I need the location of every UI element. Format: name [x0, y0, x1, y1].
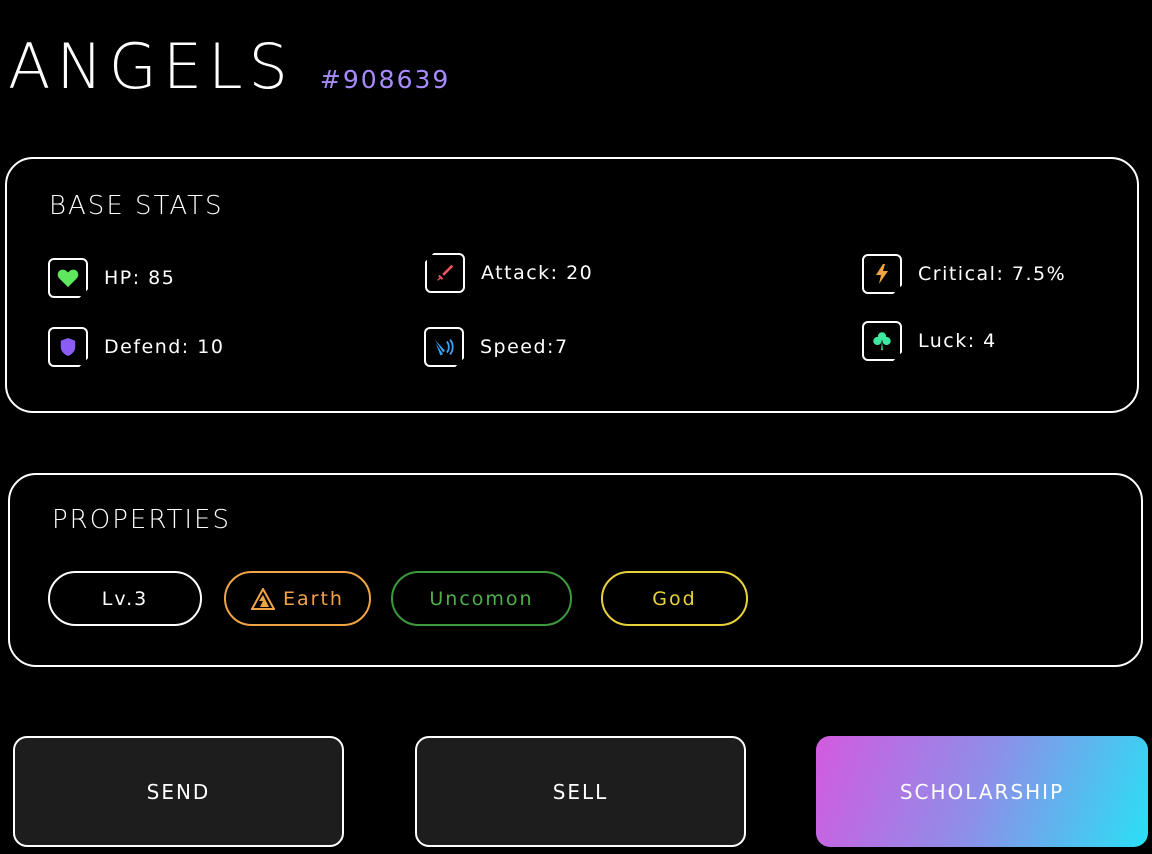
sword-icon: [425, 253, 465, 293]
rarity-badge: Uncomon: [391, 571, 572, 626]
clover-icon: [862, 321, 902, 361]
base-stats-panel: BASE STATS HP: 85 Attack: 20 Critical: 7…: [5, 157, 1139, 413]
level-label: Lv.3: [101, 587, 149, 610]
earth-element-icon: [251, 587, 276, 610]
stat-attack-label: Attack: 20: [481, 262, 594, 284]
sell-button-label: SELL: [552, 779, 609, 804]
class-label: God: [652, 587, 697, 610]
element-label: Earth: [283, 587, 344, 610]
properties-panel: PROPERTIES Lv.3 Earth Uncomon God: [8, 473, 1143, 667]
page-title: ANGELS: [8, 30, 294, 103]
stat-hp: HP: 85: [48, 258, 175, 298]
class-badge: God: [601, 571, 748, 626]
stat-hp-label: HP: 85: [104, 267, 176, 289]
stat-critical-label: Critical: 7.5%: [918, 263, 1067, 285]
lightning-icon: [862, 254, 902, 294]
send-button-label: SEND: [146, 779, 211, 804]
stat-defend: Defend: 10: [48, 327, 224, 367]
stat-speed: Speed:7: [424, 327, 569, 367]
stat-luck: Luck: 4: [862, 321, 997, 361]
element-badge: Earth: [224, 571, 371, 626]
scholarship-button[interactable]: SCHOLARSHIP: [816, 736, 1148, 847]
heart-icon: [48, 258, 88, 298]
rarity-label: Uncomon: [429, 587, 534, 610]
header: ANGELS #908639: [8, 36, 450, 98]
stat-critical: Critical: 7.5%: [862, 254, 1066, 294]
stat-defend-label: Defend: 10: [104, 336, 225, 358]
base-stats-title: BASE STATS: [49, 191, 224, 221]
scholarship-button-label: SCHOLARSHIP: [899, 779, 1065, 804]
send-button[interactable]: SEND: [13, 736, 344, 847]
speed-icon: [424, 327, 464, 367]
level-badge: Lv.3: [48, 571, 202, 626]
stat-attack: Attack: 20: [425, 253, 593, 293]
properties-title: PROPERTIES: [52, 505, 231, 535]
sell-button[interactable]: SELL: [415, 736, 746, 847]
stat-luck-label: Luck: 4: [918, 330, 997, 352]
item-id: #908639: [319, 65, 451, 94]
shield-icon: [48, 327, 88, 367]
stat-speed-label: Speed:7: [480, 336, 569, 358]
